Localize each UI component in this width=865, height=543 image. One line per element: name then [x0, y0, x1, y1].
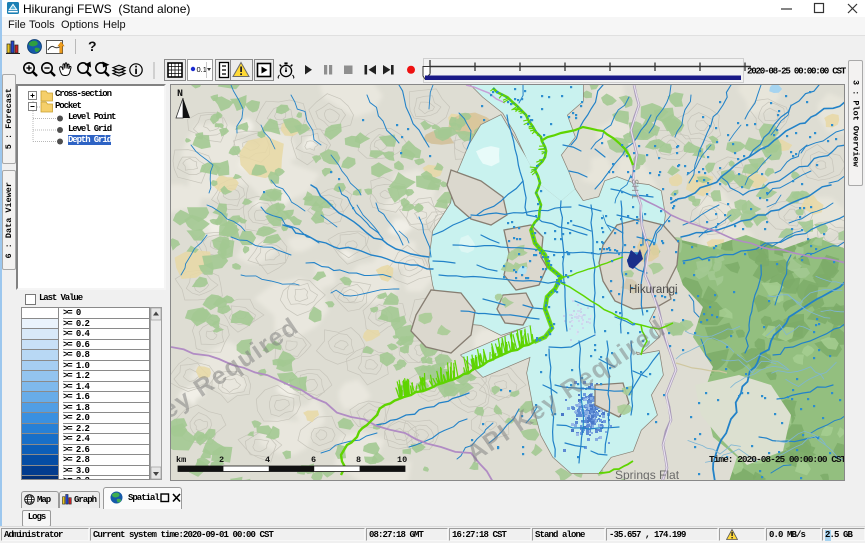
- svg-text:4: 4: [265, 455, 270, 465]
- svg-text:0.1: 0.1: [197, 65, 207, 74]
- svg-text:2020-08-25 00:00:00 CST: 2020-08-25 00:00:00 CST: [747, 66, 847, 77]
- svg-text:Hikurangi: Hikurangi: [629, 284, 678, 296]
- svg-text:N: N: [177, 89, 183, 100]
- svg-text:Time: 2020-08-25 00:00:00 CST: Time: 2020-08-25 00:00:00 CST: [709, 454, 845, 465]
- svg-text:2: 2: [219, 455, 224, 465]
- svg-text:8: 8: [356, 455, 361, 465]
- svg-text:km: km: [176, 455, 186, 465]
- svg-text:10: 10: [397, 455, 407, 465]
- svg-text:SH 1: SH 1: [630, 179, 640, 199]
- svg-text:Springs Flat: Springs Flat: [615, 468, 680, 481]
- svg-text:6: 6: [311, 455, 316, 465]
